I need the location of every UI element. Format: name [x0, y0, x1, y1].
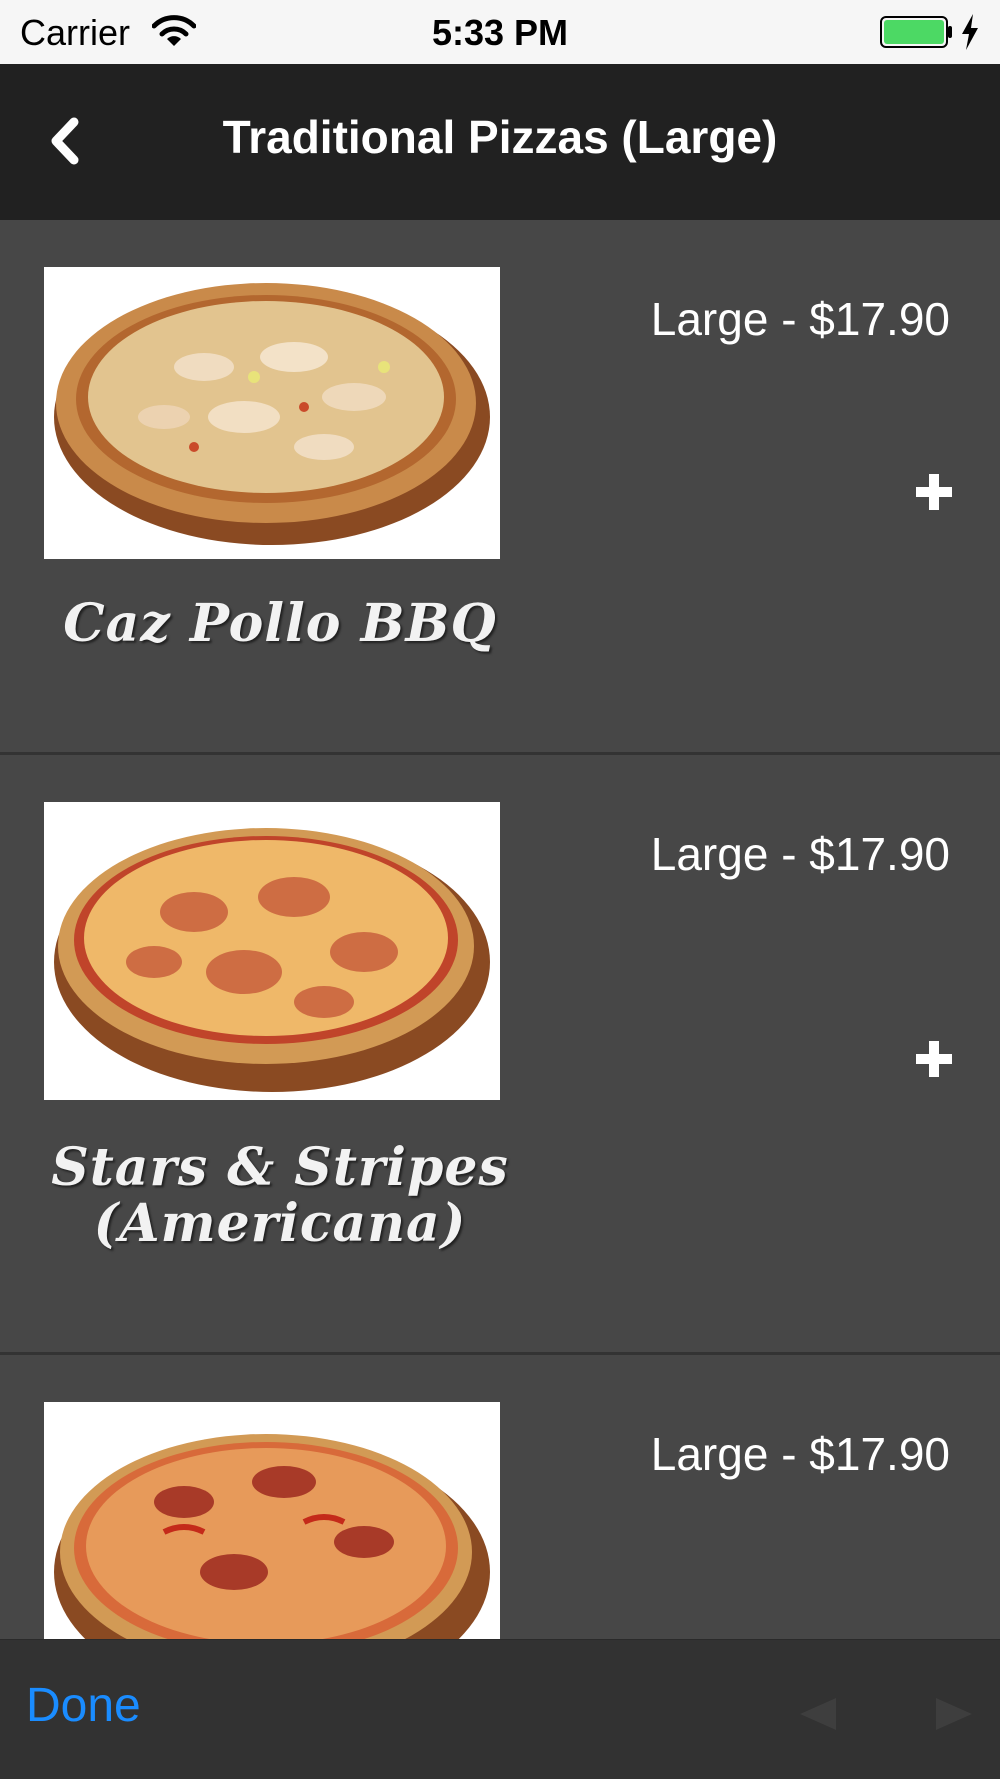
item-price: Large - $17.90	[650, 1428, 950, 1480]
list-item[interactable]: Caz Pollo BBQ Large - $17.90	[0, 220, 1000, 755]
list-item[interactable]: Stars & Stripes (Americana) Large - $17.…	[0, 755, 1000, 1355]
status-bar: Carrier 5:33 PM	[0, 0, 1000, 64]
navigation-bar: Traditional Pizzas (Large)	[0, 64, 1000, 220]
add-icon[interactable]	[912, 1037, 956, 1081]
next-arrow-icon[interactable]	[934, 1696, 974, 1732]
product-list[interactable]: Caz Pollo BBQ Large - $17.90 Stars & Str…	[0, 220, 1000, 1639]
done-button[interactable]: Done	[26, 1678, 141, 1733]
status-time: 5:33 PM	[431, 12, 569, 53]
pizza-image	[44, 802, 500, 1100]
charging-bolt-icon	[962, 14, 978, 50]
page-title: Traditional Pizzas (Large)	[222, 111, 778, 163]
battery-icon	[880, 16, 952, 48]
item-name: Caz Pollo BBQ	[63, 593, 497, 654]
pizza-image	[44, 267, 500, 559]
previous-arrow-icon[interactable]	[798, 1696, 838, 1732]
list-item[interactable]: Large - $17.90	[0, 1355, 1000, 1639]
item-name: Stars & Stripes (Americana)	[51, 1137, 509, 1254]
item-price: Large - $17.90	[650, 293, 950, 345]
add-icon[interactable]	[912, 470, 956, 514]
item-price: Large - $17.90	[650, 828, 950, 880]
bottom-toolbar: Done	[0, 1639, 1000, 1779]
pizza-image	[44, 1402, 500, 1639]
